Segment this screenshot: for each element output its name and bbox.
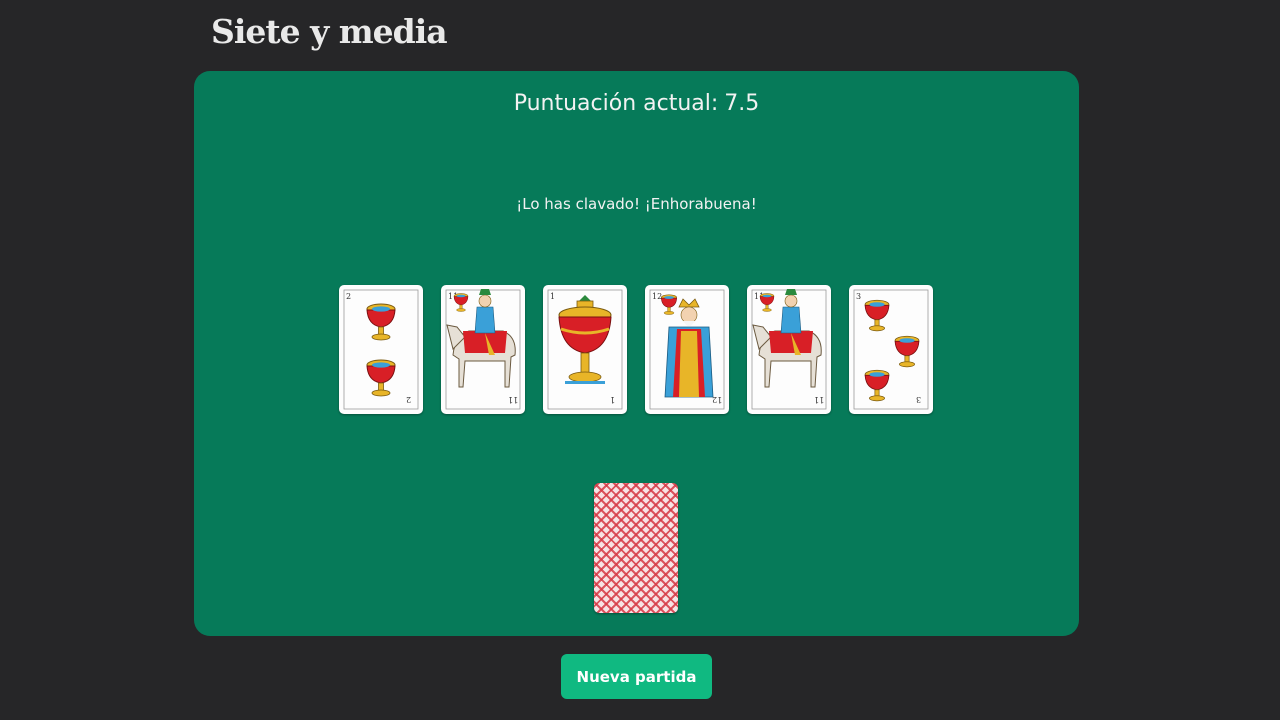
new-game-button[interactable]: Nueva partida (561, 654, 712, 699)
card-three-cups-icon: 3 3 (849, 285, 933, 414)
app-title: Siete y media (211, 12, 448, 51)
card-two-cups-icon: 2 2 (339, 285, 423, 414)
svg-text:2: 2 (406, 395, 411, 404)
score-display: Puntuación actual: 7.5 (194, 91, 1079, 116)
svg-text:12: 12 (652, 292, 662, 301)
deck-card-back-icon[interactable] (594, 483, 678, 613)
card-caballo-de-copas-icon: 11 11 (747, 285, 831, 414)
svg-text:2: 2 (346, 292, 351, 301)
result-message: ¡Lo has clavado! ¡Enhorabuena! (516, 195, 757, 213)
svg-text:11: 11 (508, 395, 518, 404)
svg-text:3: 3 (856, 292, 861, 301)
score-value: 7.5 (724, 91, 760, 116)
svg-text:1: 1 (610, 395, 615, 404)
card-as-de-copas-icon: 1 1 (543, 285, 627, 414)
score-label: Puntuación actual: (513, 91, 719, 116)
card-rey-de-copas-icon: 12 12 (645, 285, 729, 414)
card-caballo-de-copas-icon: 11 11 (441, 285, 525, 414)
game-table: Puntuación actual: 7.5 ¡Lo has clavado! ¡… (194, 71, 1079, 636)
svg-text:3: 3 (916, 395, 921, 404)
svg-text:12: 12 (712, 395, 722, 404)
svg-text:11: 11 (814, 395, 824, 404)
svg-text:1: 1 (550, 292, 555, 301)
